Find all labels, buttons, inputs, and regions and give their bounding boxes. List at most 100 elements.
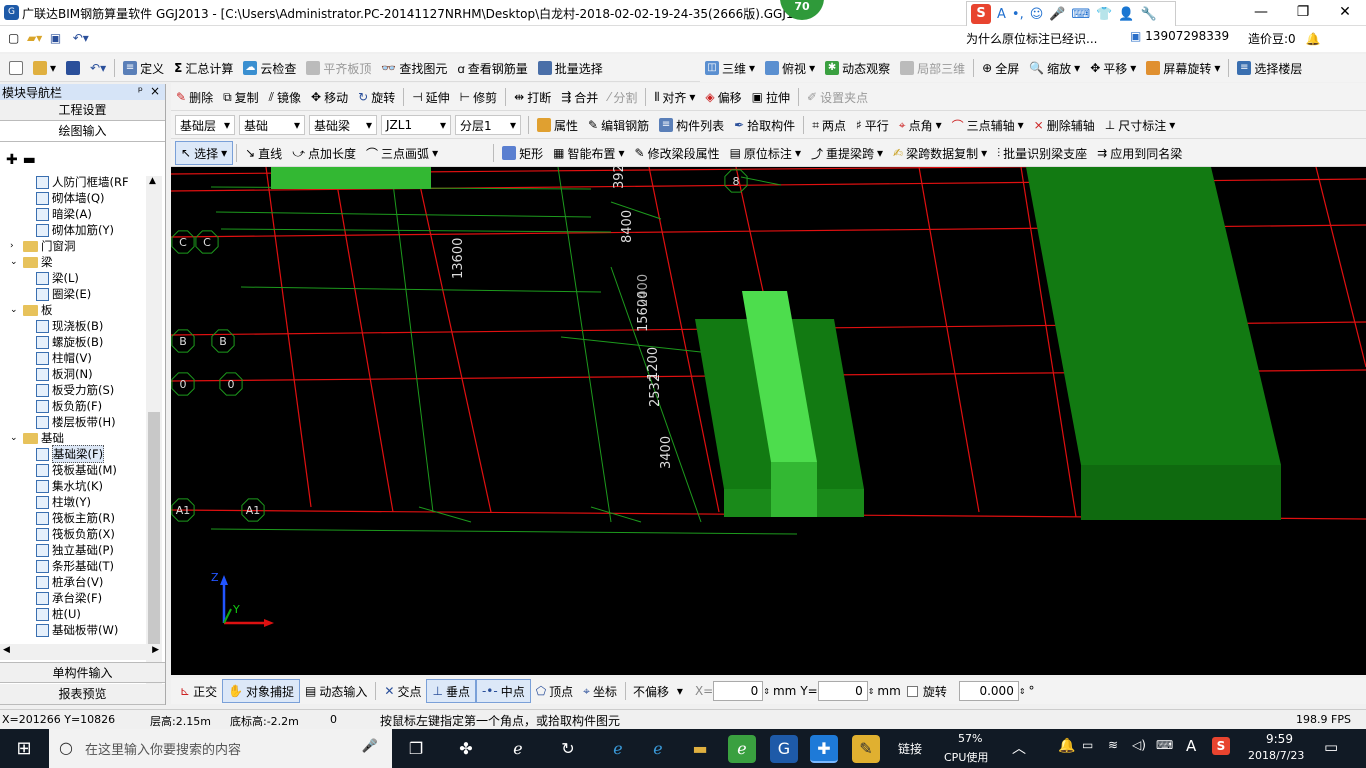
merge-button[interactable]: ⇶ 合并 — [556, 85, 603, 109]
ime-item[interactable]: ⌨ — [1071, 7, 1090, 22]
smart-layout-button[interactable]: ▦ 智能布置 ▾ — [548, 141, 629, 165]
stretch-button[interactable]: ▣ 拉伸 — [747, 85, 795, 109]
type-select[interactable]: 基础梁 ▾ — [309, 115, 377, 135]
tree-item[interactable]: 柱帽(V) — [0, 350, 150, 366]
glodon-active-icon[interactable]: ✚ — [810, 735, 838, 763]
orbit-button[interactable]: ✱ 动态观察 — [820, 56, 895, 80]
dimension-button[interactable]: ⊥ 尺寸标注 ▾ — [1100, 113, 1181, 137]
ime-item[interactable]: A — [997, 7, 1006, 22]
edge-icon[interactable]: ℯ — [604, 735, 632, 763]
clock-date[interactable]: 2018/7/23 — [1248, 749, 1304, 762]
open-button[interactable]: ▾ — [28, 56, 61, 80]
bell-tray-icon[interactable]: 🔔 — [1058, 738, 1075, 754]
floor-select[interactable]: 基础层 ▾ — [175, 115, 235, 135]
microphone-icon[interactable]: 🎤 — [362, 739, 378, 754]
tree-item[interactable]: 基础板带(W) — [0, 622, 150, 638]
parallel-axis-button[interactable]: ♯ 平行 — [851, 113, 894, 137]
nav-report-preview[interactable]: 报表预览 — [0, 684, 165, 705]
ime-toolbar[interactable]: S A •, ☺ 🎤 ⌨ 👕 👤 🔧 — [966, 1, 1176, 27]
in-situ-label-button[interactable]: ▤ 原位标注 ▾ — [725, 141, 806, 165]
modify-span-props-button[interactable]: ✎ 修改梁段属性 — [630, 141, 725, 165]
tree-item[interactable]: 筏板负筋(X) — [0, 526, 150, 542]
tree-item[interactable]: 砌体墙(Q) — [0, 190, 150, 206]
sogou-icon[interactable]: S — [971, 4, 991, 24]
task-view-icon[interactable]: ❐ — [402, 735, 430, 763]
offset-select[interactable]: 不偏移 ▾ — [629, 681, 687, 701]
tree-item[interactable]: 条形基础(T) — [0, 558, 150, 574]
pan-button[interactable]: ✥ 平移 ▾ — [1085, 56, 1141, 80]
green-app-icon[interactable]: ℯ — [728, 735, 756, 763]
nav-project-settings[interactable]: 工程设置 — [0, 100, 165, 121]
foundation-beam-right[interactable] — [1026, 167, 1281, 520]
point-length-button[interactable]: ⤻ 点加长度 — [287, 141, 361, 165]
drawing-canvas[interactable]: C C B B 0 0 A1 A1 8 13600 392 8400 15600 2400 12… — [171, 167, 1366, 675]
nav-single-component[interactable]: 单构件输入 — [0, 662, 165, 683]
offset-button[interactable]: ◈ 偏移 — [700, 85, 746, 109]
two-point-axis-button[interactable]: ⌗ 两点 — [807, 113, 851, 137]
perpendicular-snap[interactable]: ⊥ 垂点 — [426, 679, 476, 703]
x-input[interactable]: 0 — [713, 681, 764, 701]
top-view-button[interactable]: 俯视 ▾ — [760, 56, 820, 80]
coordinate-snap[interactable]: ⌖ 坐标 — [578, 679, 622, 703]
ie-icon[interactable]: ℯ — [644, 735, 672, 763]
tree-item[interactable]: 筏板基础(M) — [0, 462, 150, 478]
split-button[interactable]: ⁄ 分割 — [603, 85, 642, 109]
tree-item[interactable]: 圈梁(E) — [0, 286, 150, 302]
tree-item[interactable]: 承台梁(F) — [0, 590, 150, 606]
object-snap-toggle[interactable]: ✋ 对象捕捉 — [222, 679, 301, 703]
pin-icon[interactable]: ᵖ — [138, 84, 143, 98]
tree-hscrollbar[interactable]: ◀ ▶ — [0, 644, 162, 660]
wifi-icon[interactable]: ≋ — [1108, 738, 1118, 752]
component-list-button[interactable]: ≡ 构件列表 — [654, 113, 729, 137]
dynamic-input-toggle[interactable]: ▤ 动态输入 — [300, 679, 372, 703]
cloud-check-button[interactable]: ☁ 云检查 — [238, 56, 301, 80]
volume-icon[interactable]: ◁) — [1132, 738, 1146, 752]
intersection-snap[interactable]: ✕ 交点 — [379, 679, 426, 703]
edge-legacy-icon[interactable]: ℯ — [504, 735, 532, 763]
layer-select[interactable]: 分层1 ▾ — [455, 115, 521, 135]
save-icon[interactable]: ▣ — [50, 31, 61, 45]
chevron-down-icon[interactable]: ⌄ — [10, 430, 20, 446]
align-top-button[interactable]: 平齐板顶 — [301, 56, 376, 80]
expand-collapse-icons[interactable]: ✚ ▬ — [6, 152, 36, 168]
tree-item[interactable]: 柱墩(Y) — [0, 494, 150, 510]
tree-folder[interactable]: › 门窗洞 — [0, 238, 150, 254]
apply-same-name-button[interactable]: ⇉ 应用到同名梁 — [1092, 141, 1187, 165]
new-file-icon[interactable]: ▢ — [8, 31, 19, 45]
rotate-checkbox[interactable] — [906, 685, 918, 697]
notes-app-icon[interactable]: ✎ — [852, 735, 880, 763]
summary-button[interactable]: Σ 汇总计算 — [169, 56, 238, 80]
zoom-button[interactable]: 🔍 缩放 ▾ — [1024, 56, 1085, 80]
fan-app-icon[interactable]: ✤ — [452, 735, 480, 763]
set-grip-button[interactable]: ✐ 设置夹点 — [802, 85, 873, 109]
file-explorer-icon[interactable]: ▬ — [686, 735, 714, 763]
batch-identify-support-button[interactable]: ⫶ 批量识别梁支座 — [992, 141, 1092, 165]
link-label[interactable]: 链接 — [898, 740, 922, 757]
3d-button[interactable]: ◫ 三维 ▾ — [700, 56, 760, 80]
select-button[interactable]: ↖ 选择 ▾ — [175, 141, 234, 165]
tree-item[interactable]: 人防门框墙(RF — [0, 174, 150, 190]
ime-mode-char[interactable]: A — [1186, 737, 1196, 755]
mirror-button[interactable]: ⫽ 镜像 — [264, 85, 306, 109]
ime-item[interactable]: 👕 — [1096, 7, 1112, 22]
glodon-g-icon[interactable]: G — [770, 735, 798, 763]
select-floor-button[interactable]: ≡ 选择楼层 — [1232, 56, 1307, 80]
user-info[interactable]: ▣ 13907298339 — [1130, 29, 1229, 43]
three-point-arc-button[interactable]: ⌒ 三点画弧 ▾ — [361, 141, 443, 165]
local-3d-button[interactable]: 局部三维 — [895, 56, 970, 80]
tree-item[interactable]: 现浇板(B) — [0, 318, 150, 334]
minimize-icon[interactable]: — — [1240, 0, 1282, 26]
browser-app-icon[interactable]: ↻ — [554, 735, 582, 763]
fullscreen-button[interactable]: ⊕ 全屏 — [977, 56, 1024, 80]
component-select[interactable]: JZL1 ▾ — [381, 115, 451, 135]
view-rebar-button[interactable]: ꭤ 查看钢筋量 — [452, 56, 532, 80]
ime-item[interactable]: ☺ — [1030, 7, 1044, 22]
delete-axis-button[interactable]: ⨯ 删除辅轴 — [1029, 113, 1100, 137]
chevron-right-icon[interactable]: › — [10, 238, 20, 254]
vertex-snap[interactable]: ⬠ 顶点 — [531, 679, 578, 703]
delete-button[interactable]: ✎ 删除 — [171, 85, 218, 109]
beam-top-left[interactable] — [271, 167, 431, 189]
copy-span-data-button[interactable]: ✍ 梁跨数据复制 ▾ — [888, 141, 992, 165]
extend-button[interactable]: ⊣ 延伸 — [407, 85, 454, 109]
tree-item[interactable]: 基础梁(F) — [0, 445, 150, 463]
